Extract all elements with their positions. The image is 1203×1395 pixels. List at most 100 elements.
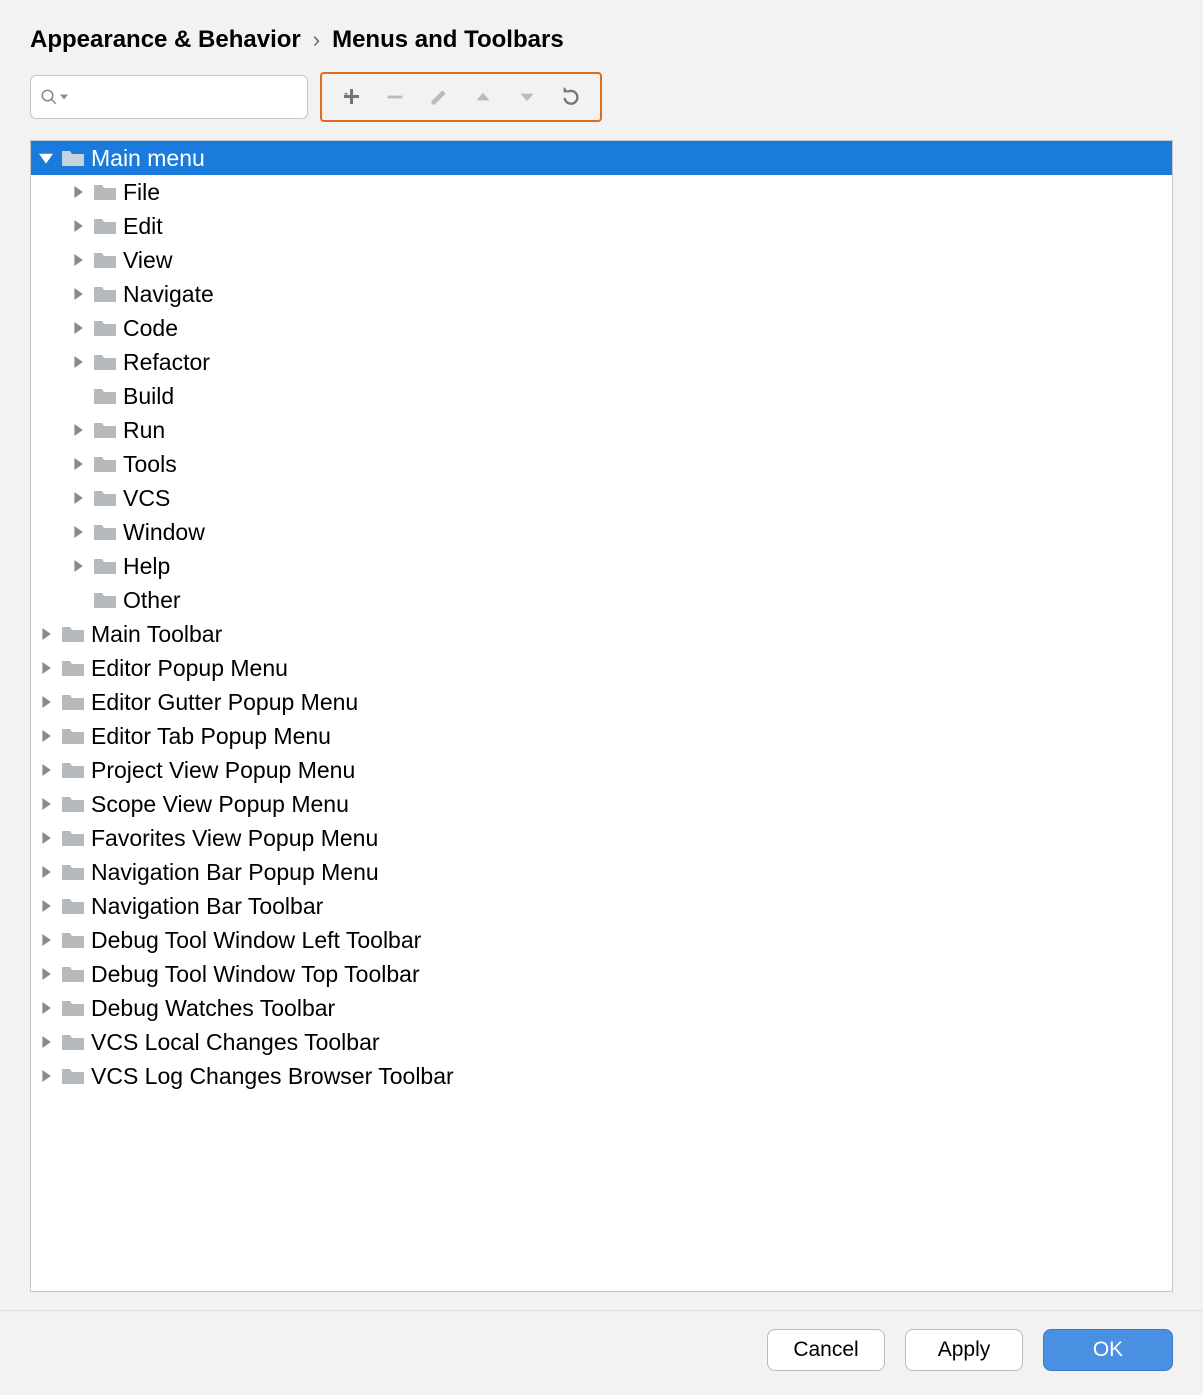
folder-icon [93,522,117,542]
tree-item-label: Main Toolbar [91,621,222,648]
tree-item-label: VCS Log Changes Browser Toolbar [91,1063,454,1090]
search-wrap [30,75,308,119]
expander-icon[interactable] [37,999,55,1017]
edit-button[interactable] [420,78,458,116]
folder-icon [93,556,117,576]
folder-icon [93,182,117,202]
expander-icon[interactable] [37,1067,55,1085]
tree-item[interactable]: Code [31,311,1172,345]
breadcrumb-parent[interactable]: Appearance & Behavior [30,26,301,54]
expander-icon[interactable] [37,761,55,779]
expander-icon[interactable] [37,829,55,847]
tree-item[interactable]: Debug Tool Window Left Toolbar [31,923,1172,957]
move-up-button[interactable] [464,78,502,116]
expander-icon[interactable] [69,557,87,575]
tree-item-label: View [123,247,172,274]
tree-item[interactable]: Main Toolbar [31,617,1172,651]
folder-icon [93,386,117,406]
add-button[interactable] [332,78,370,116]
folder-icon [61,1066,85,1086]
folder-icon [61,760,85,780]
folder-icon [61,1032,85,1052]
folder-icon [61,794,85,814]
tree-item-label: Editor Popup Menu [91,655,288,682]
tree-item[interactable]: Help [31,549,1172,583]
expander-icon[interactable] [69,489,87,507]
remove-button[interactable] [376,78,414,116]
folder-icon [61,964,85,984]
chevron-right-icon: › [313,27,320,53]
breadcrumb: Appearance & Behavior › Menus and Toolba… [30,20,1173,72]
expander-icon[interactable] [37,625,55,643]
expander-icon[interactable] [37,931,55,949]
tree-item[interactable]: Debug Tool Window Top Toolbar [31,957,1172,991]
tree-item-label: Editor Gutter Popup Menu [91,689,358,716]
tree-item[interactable]: Refactor [31,345,1172,379]
tree-item[interactable]: Project View Popup Menu [31,753,1172,787]
expander-open-icon[interactable] [37,149,55,167]
tree-item[interactable]: View [31,243,1172,277]
tree-item[interactable]: VCS Local Changes Toolbar [31,1025,1172,1059]
expander-icon[interactable] [37,897,55,915]
folder-icon [61,862,85,882]
tree-item-label: Code [123,315,178,342]
tree-item-label: Project View Popup Menu [91,757,355,784]
tree-item[interactable]: Build [31,379,1172,413]
tree-item[interactable]: VCS Log Changes Browser Toolbar [31,1059,1172,1093]
tree-item[interactable]: Tools [31,447,1172,481]
folder-icon [93,352,117,372]
expander-icon[interactable] [69,319,87,337]
tree-item[interactable]: Debug Watches Toolbar [31,991,1172,1025]
expander-icon[interactable] [69,523,87,541]
folder-icon [61,828,85,848]
expander-icon[interactable] [69,183,87,201]
expander-icon[interactable] [37,659,55,677]
search-input[interactable] [30,75,308,119]
folder-icon [61,148,85,168]
tree-item[interactable]: Window [31,515,1172,549]
ok-button[interactable]: OK [1043,1329,1173,1371]
cancel-button[interactable]: Cancel [767,1329,885,1371]
expander-icon[interactable] [69,217,87,235]
expander-icon[interactable] [37,965,55,983]
tree-item[interactable]: Editor Popup Menu [31,651,1172,685]
tree-item[interactable]: Other [31,583,1172,617]
expander-icon[interactable] [69,285,87,303]
apply-button[interactable]: Apply [905,1329,1023,1371]
revert-button[interactable] [552,78,590,116]
expander-icon[interactable] [37,693,55,711]
expander-icon[interactable] [37,863,55,881]
tree-item[interactable]: Navigate [31,277,1172,311]
expander-icon[interactable] [37,1033,55,1051]
tree-item-label: VCS Local Changes Toolbar [91,1029,380,1056]
tree-item[interactable]: Navigation Bar Popup Menu [31,855,1172,889]
move-down-button[interactable] [508,78,546,116]
tree-item[interactable]: Editor Gutter Popup Menu [31,685,1172,719]
expander-icon[interactable] [37,795,55,813]
expander-icon[interactable] [69,421,87,439]
folder-icon [93,488,117,508]
tree-root-main-menu[interactable]: Main menu [31,141,1172,175]
expander-icon[interactable] [69,387,87,405]
tree-item[interactable]: Favorites View Popup Menu [31,821,1172,855]
tree-item-label: Navigation Bar Popup Menu [91,859,379,886]
tree-item-label: Refactor [123,349,210,376]
folder-icon [93,454,117,474]
tree-item[interactable]: Scope View Popup Menu [31,787,1172,821]
toolbar [320,72,602,122]
expander-icon[interactable] [69,251,87,269]
expander-icon[interactable] [37,727,55,745]
expander-icon[interactable] [69,455,87,473]
tree-item[interactable]: Navigation Bar Toolbar [31,889,1172,923]
expander-icon[interactable] [69,353,87,371]
tree-item[interactable]: File [31,175,1172,209]
tree-item[interactable]: Edit [31,209,1172,243]
folder-icon [93,250,117,270]
tree-item[interactable]: VCS [31,481,1172,515]
tree-item[interactable]: Run [31,413,1172,447]
expander-icon[interactable] [69,591,87,609]
tree-item-label: Scope View Popup Menu [91,791,349,818]
search-icon[interactable] [40,88,68,106]
tree-panel[interactable]: Main menu FileEdit View Navigate Code Refact… [30,140,1173,1292]
tree-item[interactable]: Editor Tab Popup Menu [31,719,1172,753]
